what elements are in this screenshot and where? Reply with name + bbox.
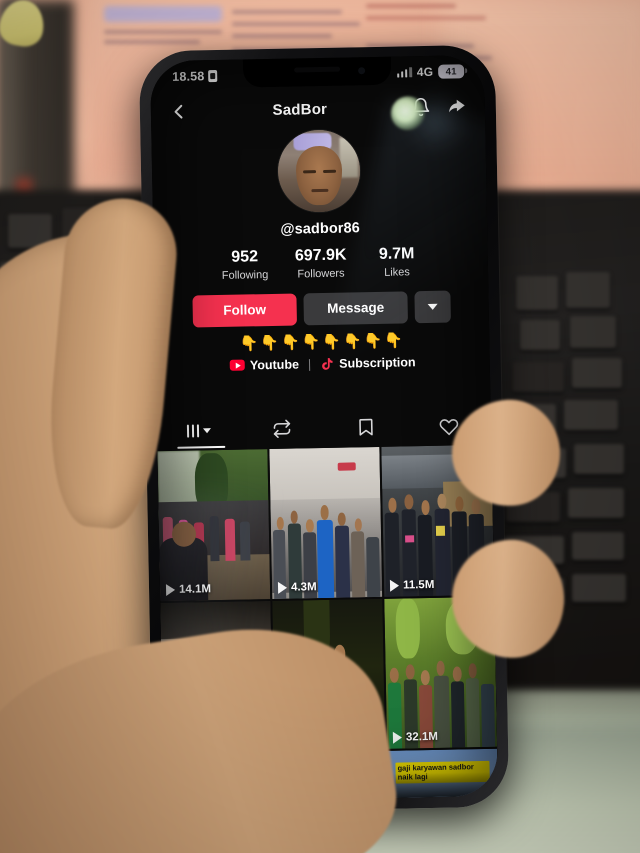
content-tabs [157,407,492,449]
keyboard-key [572,358,622,388]
background-text-line [232,34,332,38]
video-cell[interactable]: gaji karyawan sadbor naik lagi [387,748,499,803]
profile-stats: 952 Following 697.9K Followers 9.7M Like… [154,245,489,283]
chevron-down-icon [202,427,212,433]
link-label: Subscription [339,355,416,371]
keyboard-key [570,316,616,348]
background-text-line [104,30,222,34]
active-tab-underline [177,445,226,449]
share-arrow-icon[interactable] [447,96,467,116]
tiktok-subscription-icon [320,357,334,371]
bookmark-icon [356,417,376,437]
youtube-icon [229,359,245,372]
tab-videos[interactable] [157,423,241,438]
tab-reposts[interactable] [240,418,324,440]
back-chevron-icon[interactable] [169,102,189,122]
follow-button[interactable]: Follow [192,293,298,328]
network-label: 4G [416,64,434,80]
keyboard-key [566,272,610,308]
bio-emoji: 👇👇👇👇👇👇👇👇 [239,332,406,353]
video-caption: gaji karyawan sadbor naik lagi [395,760,490,784]
avatar[interactable] [277,129,361,213]
chevron-down-icon [427,303,438,310]
keyboard-key [574,444,624,474]
phone-notch [242,56,392,88]
grid-icon [186,423,200,438]
profile-bio: 👇👇👇👇👇👇👇👇 [155,332,489,353]
background-highlight-block [104,6,222,22]
video-view-count: 4.3M [277,581,317,594]
keyboard-key [512,362,564,392]
link-separator: | [307,357,312,372]
nav-header: SadBor [151,87,486,131]
status-time: 18.58 [172,69,205,84]
nav-actions [411,96,467,117]
keyboard-key [568,488,624,518]
background-text-line [104,40,200,44]
stat-followers[interactable]: 697.9K Followers [283,246,360,281]
play-icon [392,731,403,744]
stat-likes[interactable]: 9.7M Likes [359,245,436,279]
stat-value: 9.7M [378,245,415,263]
play-icon [165,583,176,597]
stat-label: Following [221,268,269,282]
video-view-count: 14.1M [165,583,211,597]
link-label: Youtube [249,357,300,373]
stat-label: Likes [384,266,410,279]
background-text-line [366,16,486,20]
bell-icon[interactable] [411,97,431,117]
keyboard-key [572,532,624,560]
background-text-line [232,10,342,14]
front-camera [358,67,366,75]
repost-icon [272,419,292,439]
profile-actions: Follow Message [154,290,489,328]
stat-following[interactable]: 952 Following [207,248,284,282]
lock-battery-icon [208,69,218,83]
status-bar-left: 18.58 [172,69,218,84]
link-subscription[interactable]: Subscription [320,355,416,371]
play-icon [389,579,400,592]
profile-links: Youtube | Subscription [156,354,490,374]
stat-value: 952 [231,248,259,266]
signal-bars-icon [396,67,412,78]
page-title: SadBor [272,100,328,119]
stat-value: 697.9K [294,246,347,265]
video-cell[interactable]: 4.3M [269,446,383,600]
video-view-count: 11.5M [389,579,434,592]
more-options-button[interactable] [414,290,451,324]
video-cell[interactable]: 14.1M [157,449,271,602]
keyboard-key [564,400,618,430]
status-bar-right: 4G 41 [396,64,465,80]
keyboard-key [520,320,560,350]
message-button[interactable]: Message [303,291,408,326]
tab-saved[interactable] [324,416,408,438]
background-text-line [366,4,456,8]
background-text-line [232,22,360,26]
earpiece-speaker [294,66,341,73]
profile-section: @sadbor86 952 Following 697.9K Followers… [151,127,490,374]
play-icon [277,581,288,594]
photo-scene: 18.58 4G 41 SadBor @sadbor86 952 Followi… [0,0,640,853]
keyboard-key [572,574,626,602]
battery-indicator: 41 [438,64,465,79]
video-view-count: 32.1M [392,731,438,744]
keyboard-key [516,276,558,310]
link-youtube[interactable]: Youtube [229,357,300,373]
stat-label: Followers [297,267,345,281]
profile-handle: @sadbor86 [280,220,361,238]
